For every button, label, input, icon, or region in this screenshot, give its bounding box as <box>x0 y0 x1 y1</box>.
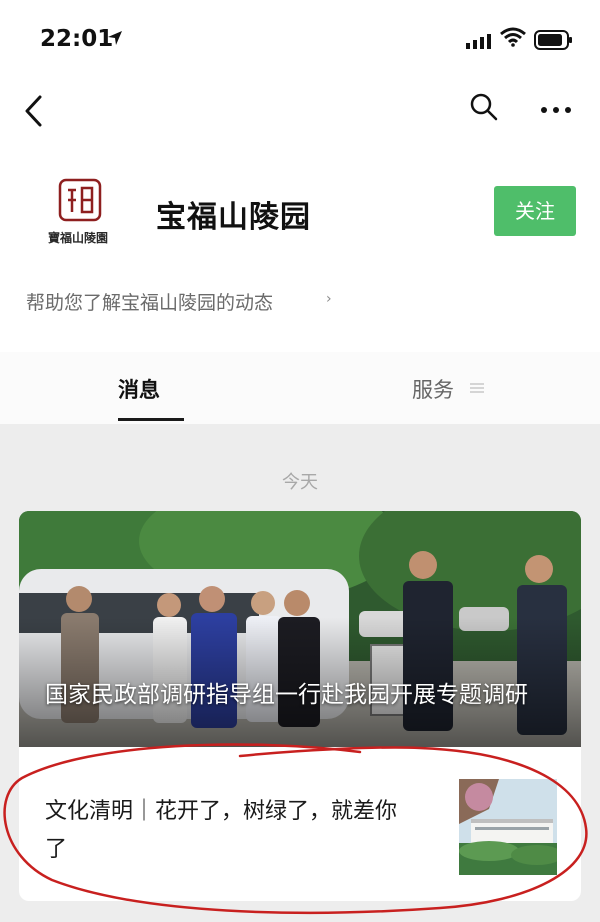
search-icon[interactable] <box>469 92 499 122</box>
menu-lines-icon <box>470 383 484 393</box>
tab-active-indicator <box>118 418 184 421</box>
account-intro[interactable]: 帮助您了解宝福山陵园的动态 <box>26 288 273 315</box>
account-header: 22:01 寶福山陵園 宝福山陵园 关注 帮助您了解宝福山陵园的动态 › <box>0 0 600 352</box>
svg-text:寶福山陵園: 寶福山陵園 <box>48 230 108 245</box>
cover-title[interactable]: 国家民政部调研指导组一行赴我园开展专题调研 <box>45 679 565 712</box>
wifi-icon <box>500 27 526 47</box>
account-logo[interactable]: 寶福山陵園 <box>28 176 128 252</box>
logo-emblem-icon: 寶福山陵園 <box>48 178 108 245</box>
nav-bar <box>0 80 600 140</box>
battery-icon <box>534 30 572 50</box>
signal-icon <box>466 34 491 49</box>
date-label: 今天 <box>282 472 318 493</box>
location-arrow-icon <box>108 31 122 45</box>
back-icon[interactable] <box>22 94 46 128</box>
account-name: 宝福山陵园 <box>156 200 311 235</box>
more-icon[interactable] <box>540 106 572 114</box>
chevron-right-icon: › <box>326 291 332 307</box>
status-bar: 22:01 <box>0 0 600 78</box>
status-time: 22:01 <box>40 26 114 52</box>
tab-bar: 消息 服务 <box>0 352 600 424</box>
tab-messages[interactable]: 消息 <box>118 374 160 404</box>
tab-services[interactable]: 服务 <box>412 374 454 404</box>
follow-button[interactable]: 关注 <box>494 186 576 236</box>
hand-drawn-circle-annotation <box>3 743 588 915</box>
